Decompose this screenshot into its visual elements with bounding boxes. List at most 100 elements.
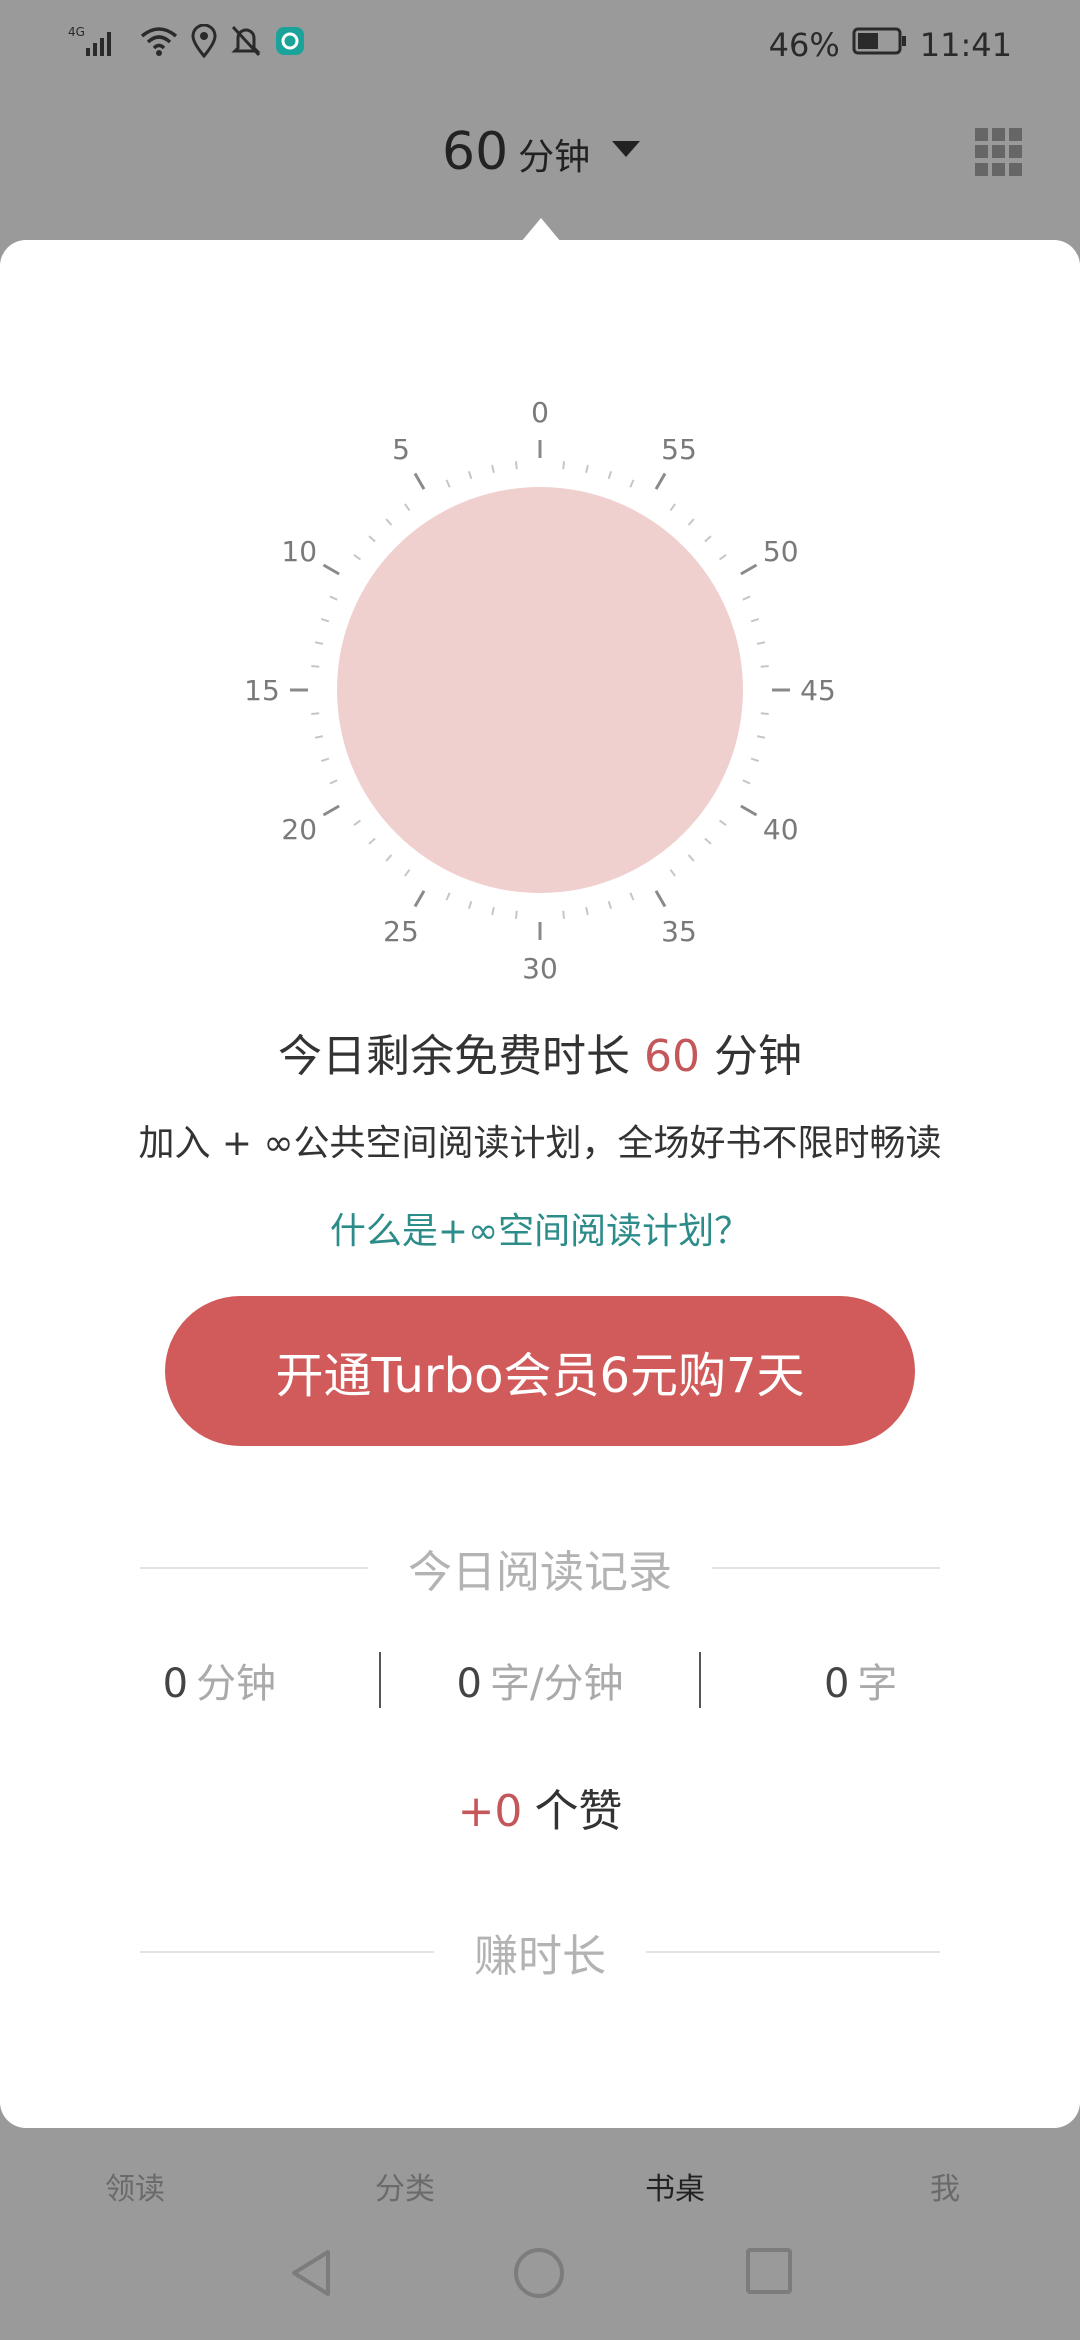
app-icon [274,25,306,65]
dial-tick-label: 15 [244,674,280,707]
clock: 11:41 [919,26,1012,64]
timer-dial[interactable]: 0 5 10 15 20 25 30 35 40 45 50 55 [240,390,840,990]
tab-label: 分类 [375,2172,435,2207]
dial-tick-label: 50 [763,535,799,568]
dial-major-tick [740,563,758,576]
tab-lead-read[interactable]: 领读 [0,2128,270,2228]
dial-major-tick [654,472,667,490]
top-bar: 60 分钟 [0,100,1080,210]
dial-minor-tick [385,518,393,526]
likes-count: +0 个赞 [0,1775,1080,1839]
dial-minor-tick [368,837,376,845]
dial-minor-tick [742,779,751,785]
timer-popup-card: 0 5 10 15 20 25 30 35 40 45 50 55 今日剩余免费时长 60 分钟 加入… [0,240,1080,2128]
recent-apps-icon[interactable] [746,2248,792,2294]
dial-minor-tick [353,554,361,561]
dial-minor-tick [687,854,695,862]
dial-minor-tick [320,617,330,623]
dial-minor-tick [353,819,361,826]
dial-tick-label: 5 [392,433,410,466]
stat-speed-value: 0 [456,1661,482,1707]
dial-minor-tick [669,503,676,511]
dial-minor-tick [629,892,635,901]
mute-icon [230,24,262,66]
dial-minor-tick [607,470,613,480]
dial-minor-tick [314,641,324,645]
signal-icon: 4G [68,24,128,66]
dial-minor-tick [311,664,320,668]
stat-speed-unit: 字/分钟 [489,1661,624,1707]
stat-words-value: 0 [823,1661,850,1707]
dial-minor-tick [562,910,566,919]
status-bar: 4G 46% 11:41 [0,0,1080,90]
popup-pointer [521,218,561,242]
stat-words: 0字 [701,1651,1020,1709]
dial-tick-label: 30 [522,952,558,985]
reading-stats: 0 分钟 0 字/分钟 0字 [60,1650,1020,1710]
dial-minor-tick [514,461,518,470]
earn-time-title: 赚时长 [474,1931,606,1982]
dial-minor-tick [669,869,676,877]
dial-minor-tick [467,900,473,910]
dial-major-tick [654,890,667,908]
dial-minor-tick [704,837,712,845]
dial-minor-tick [491,464,495,474]
stat-minutes: 0 分钟 [60,1651,379,1709]
stat-minutes-value: 0 [162,1661,189,1707]
dial-minor-tick [756,735,766,739]
turbo-member-button[interactable]: 开通Turbo会员6元购7天 [165,1296,915,1446]
dial-tick-label: 35 [661,915,697,948]
remaining-value: 60 [644,1031,700,1082]
dial-minor-tick [719,819,727,826]
dial-minor-tick [404,503,411,511]
bottom-tab-bar: 领读 分类 书桌 我 [0,2128,1080,2228]
timer-unit: 分钟 [518,137,591,178]
join-plan-text: 加入 + ∞公共空间阅读计划，全场好书不限时畅读 [138,1123,942,1164]
grid-menu-icon[interactable] [975,128,1023,176]
dial-minor-tick [445,479,451,488]
dial-minor-tick [467,470,473,480]
remaining-time-text: 今日剩余免费时长 60 分钟 [0,1020,1080,1084]
battery-icon [852,26,908,64]
wifi-icon [140,24,178,66]
dial-major-tick [740,804,758,817]
tab-me[interactable]: 我 [810,2128,1080,2228]
tab-label: 书桌 [645,2172,705,2207]
remaining-prefix: 今日剩余免费时长 [278,1031,630,1082]
tab-desk[interactable]: 书桌 [540,2128,810,2228]
dial-minor-tick [514,910,518,919]
timer-dropdown[interactable]: 60 分钟 [442,122,641,182]
plan-info-link[interactable]: 什么是+∞空间阅读计划？ [0,1202,1080,1254]
back-icon[interactable] [288,2248,334,2302]
dial-minor-tick [629,479,635,488]
dial-minor-tick [445,892,451,901]
dial-tick-label: 0 [531,396,549,429]
dial-tick-label: 20 [281,813,317,846]
dial-tick-label: 25 [383,915,419,948]
tab-label: 领读 [105,2172,165,2207]
dial-minor-tick [311,712,320,716]
dial-minor-tick [329,779,338,785]
home-icon[interactable] [514,2248,564,2298]
dial-minor-tick [760,664,769,668]
dial-minor-tick [750,617,760,623]
dial-minor-tick [562,461,566,470]
dial-major-tick [413,890,426,908]
tab-category[interactable]: 分类 [270,2128,540,2228]
dial-minor-tick [742,595,751,601]
dial-major-tick [322,563,340,576]
dial-minor-tick [385,854,393,862]
dial-minor-tick [314,735,324,739]
stat-words-unit: 字 [857,1661,898,1707]
dial-minor-tick [585,464,589,474]
likes-unit: 个赞 [534,1786,623,1837]
remaining-suffix: 分钟 [714,1031,802,1082]
tab-label: 我 [930,2172,960,2207]
dial-minor-tick [329,595,338,601]
dial-minor-tick [704,535,712,543]
dial-minor-tick [687,518,695,526]
earn-time-header: 赚时长 [140,1920,940,1984]
divider [712,1567,940,1569]
dial-minor-tick [756,641,766,645]
remaining-time-disc [337,487,743,893]
